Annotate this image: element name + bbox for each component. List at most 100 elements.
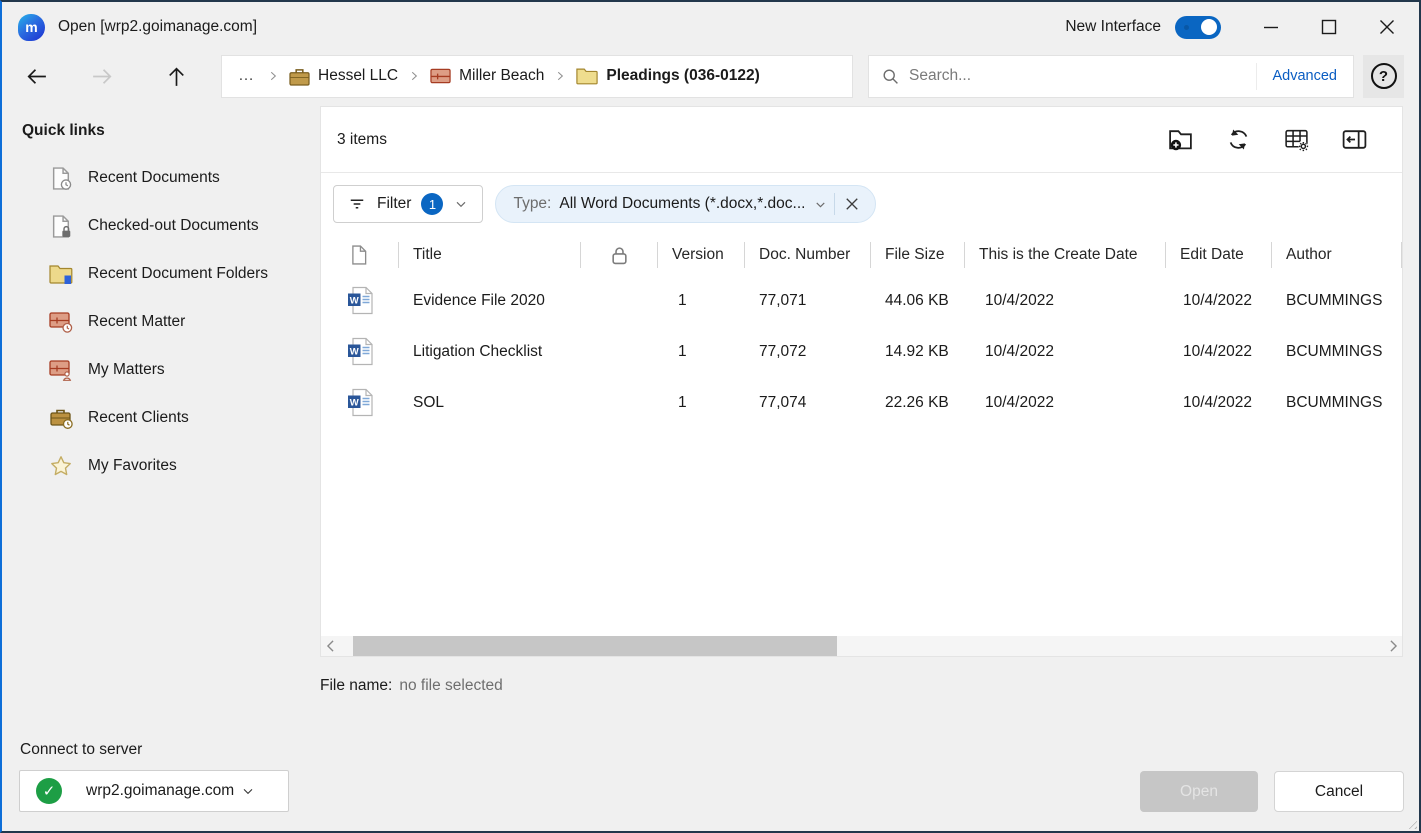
document-list-panel: 3 items: [320, 106, 1403, 657]
toggle-knob: [1201, 19, 1217, 35]
advanced-search-link[interactable]: Advanced: [1256, 63, 1354, 90]
sidebar-item-recent-documents[interactable]: Recent Documents: [22, 154, 320, 202]
cell-checkout-status: [581, 377, 658, 428]
sidebar-item-recent-clients[interactable]: Recent Clients: [22, 394, 320, 442]
cell-edit-date: 10/4/2022: [1166, 326, 1272, 377]
up-button[interactable]: [157, 57, 195, 95]
cell-file-size: 14.92 KB: [871, 326, 965, 377]
sidebar-item-label: Checked-out Documents: [88, 217, 259, 235]
svg-text:W: W: [350, 295, 359, 306]
breadcrumb-label: Hessel LLC: [318, 67, 398, 85]
sidebar-item-label: Recent Documents: [88, 169, 220, 187]
maximize-icon: [1321, 19, 1337, 35]
cell-doc-number: 77,071: [745, 275, 871, 326]
filter-label: Filter: [377, 195, 411, 213]
column-title[interactable]: Title: [399, 242, 581, 268]
new-interface-toggle[interactable]: [1175, 16, 1221, 39]
cell-create-date: 10/4/2022: [965, 326, 1166, 377]
column-settings-button[interactable]: [1283, 126, 1310, 153]
cell-author: BCUMMINGS: [1272, 275, 1402, 326]
cell-title: Evidence File 2020: [399, 275, 581, 326]
forward-button[interactable]: [83, 57, 121, 95]
toggle-preview-pane-button[interactable]: [1341, 126, 1368, 153]
breadcrumb-item-client[interactable]: Hessel LLC: [289, 67, 398, 86]
column-edit-date[interactable]: Edit Date: [1166, 242, 1272, 268]
sidebar-item-recent-matter[interactable]: Recent Matter: [22, 298, 320, 346]
cell-title: Litigation Checklist: [399, 326, 581, 377]
sidebar-item-my-matters[interactable]: My Matters: [22, 346, 320, 394]
cell-version: 1: [658, 275, 745, 326]
scroll-right-button[interactable]: [1384, 636, 1402, 656]
cell-edit-date: 10/4/2022: [1166, 275, 1272, 326]
table-row[interactable]: W Litigation Checklist 1 77,072 14.92 KB…: [321, 326, 1402, 377]
type-filter-chip[interactable]: Type: All Word Documents (*.docx,*.doc..…: [495, 185, 876, 223]
cancel-button[interactable]: Cancel: [1274, 771, 1404, 812]
table-row[interactable]: W SOL 1 77,074 22.26 KB 10/4/2022 10/4/2…: [321, 377, 1402, 428]
refresh-button[interactable]: [1225, 126, 1252, 153]
column-checkout-status[interactable]: [581, 242, 658, 268]
dialog-footer: Connect to server ✓ wrp2.goimanage.com O…: [2, 734, 1419, 831]
remove-filter-button[interactable]: [837, 189, 867, 219]
breadcrumb-item-folder[interactable]: Pleadings (036-0122): [576, 67, 759, 85]
column-author[interactable]: Author: [1272, 242, 1402, 268]
document-icon: [351, 245, 368, 265]
sidebar-item-label: Recent Document Folders: [88, 265, 268, 283]
minimize-button[interactable]: [1245, 7, 1297, 47]
table-row[interactable]: W Evidence File 2020 1 77,071 44.06 KB 1…: [321, 275, 1402, 326]
column-doc-number[interactable]: Doc. Number: [745, 242, 871, 268]
cell-author: BCUMMINGS: [1272, 326, 1402, 377]
close-icon: [845, 197, 859, 211]
chevron-right-icon: [553, 69, 567, 83]
sidebar-item-label: Recent Clients: [88, 409, 189, 427]
close-button[interactable]: [1361, 7, 1413, 47]
column-doc-type[interactable]: [321, 242, 399, 268]
breadcrumb-overflow-button[interactable]: …: [236, 67, 257, 85]
list-toolbar: [1167, 126, 1368, 153]
sidebar-item-recent-document-folders[interactable]: Recent Document Folders: [22, 250, 320, 298]
new-folder-button[interactable]: [1167, 126, 1194, 153]
horizontal-scrollbar[interactable]: [321, 636, 1402, 656]
cell-doc-number: 77,072: [745, 326, 871, 377]
cell-title: SOL: [399, 377, 581, 428]
cell-file-size: 22.26 KB: [871, 377, 965, 428]
svg-text:W: W: [350, 397, 359, 408]
breadcrumb-item-matter[interactable]: Miller Beach: [430, 67, 544, 85]
breadcrumb-label: Miller Beach: [459, 67, 544, 85]
sidebar-item-label: My Favorites: [88, 457, 177, 475]
scroll-left-button[interactable]: [321, 636, 339, 656]
lock-icon: [611, 246, 628, 265]
word-document-icon: W: [321, 377, 399, 428]
column-version[interactable]: Version: [658, 242, 745, 268]
search-input[interactable]: [909, 67, 1256, 85]
help-button[interactable]: ?: [1363, 55, 1404, 98]
up-arrow-icon: [164, 64, 189, 89]
filter-button[interactable]: Filter 1: [333, 185, 483, 223]
cell-checkout-status: [581, 326, 658, 377]
maximize-button[interactable]: [1303, 7, 1355, 47]
scrollbar-thumb[interactable]: [353, 636, 837, 656]
recent-document-icon: [48, 167, 74, 190]
column-create-date[interactable]: This is the Create Date: [965, 242, 1166, 268]
scrollbar-track[interactable]: [339, 636, 1384, 656]
recent-clients-icon: [48, 408, 74, 429]
word-document-icon: W: [321, 275, 399, 326]
items-count: 3 items: [337, 131, 387, 149]
quick-links-sidebar: Quick links Recent Documents Checked-out…: [2, 106, 320, 734]
filter-count-badge: 1: [421, 193, 443, 215]
forward-arrow-icon: [90, 64, 115, 89]
imanage-logo-icon: m: [18, 14, 45, 41]
chevron-right-icon: [407, 69, 421, 83]
back-button[interactable]: [17, 57, 55, 95]
open-button[interactable]: Open: [1140, 771, 1258, 812]
chevron-down-icon[interactable]: [813, 197, 828, 212]
sidebar-item-checked-out-documents[interactable]: Checked-out Documents: [22, 202, 320, 250]
cell-author: BCUMMINGS: [1272, 377, 1402, 428]
sidebar-item-my-favorites[interactable]: My Favorites: [22, 442, 320, 490]
minimize-icon: [1263, 19, 1279, 35]
chevron-down-icon: [453, 196, 469, 212]
quick-links-title: Quick links: [22, 122, 320, 140]
column-file-size[interactable]: File Size: [871, 242, 965, 268]
server-select[interactable]: ✓ wrp2.goimanage.com: [19, 770, 289, 812]
my-matters-icon: [48, 360, 74, 381]
window-title: Open [wrp2.goimanage.com]: [58, 18, 257, 36]
